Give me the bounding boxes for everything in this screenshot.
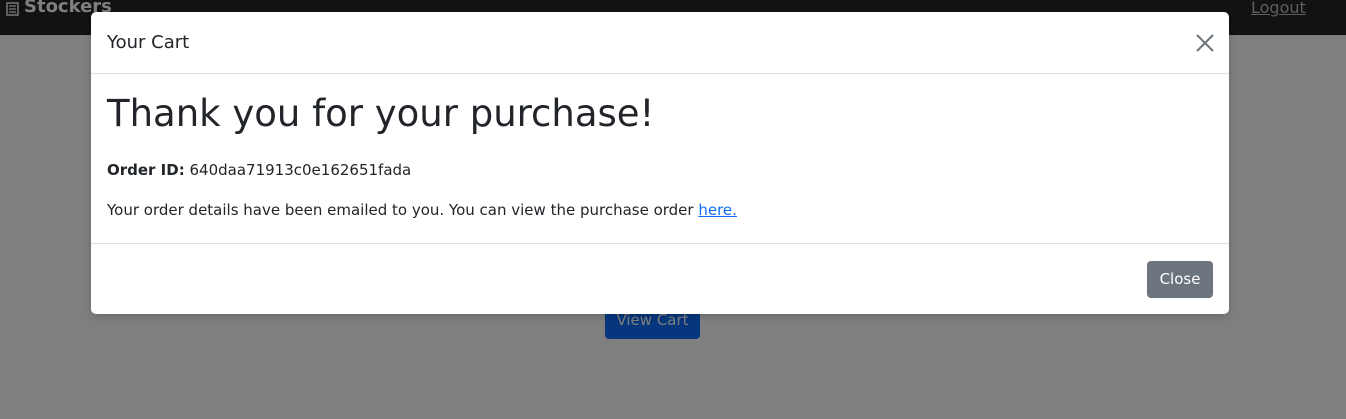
close-icon[interactable] <box>1194 32 1216 54</box>
modal-title: Your Cart <box>107 32 190 53</box>
order-details-message: Your order details have been emailed to … <box>107 201 699 219</box>
purchase-heading: Thank you for your purchase! <box>107 92 655 135</box>
modal-header: Your Cart <box>91 12 1229 74</box>
modal-body: Thank you for your purchase! Order ID: 6… <box>91 75 1229 243</box>
order-id-value: 640daa71913c0e162651fada <box>189 161 412 179</box>
order-id-line: Order ID: 640daa71913c0e162651fada <box>107 160 411 180</box>
modal-footer: Close <box>91 243 1229 314</box>
order-id-label: Order ID: <box>107 161 185 179</box>
cart-modal: Your Cart Thank you for your purchase! O… <box>91 12 1229 314</box>
order-details-text: Your order details have been emailed to … <box>107 200 737 220</box>
close-button[interactable]: Close <box>1147 261 1213 298</box>
purchase-order-link[interactable]: here. <box>698 201 737 219</box>
